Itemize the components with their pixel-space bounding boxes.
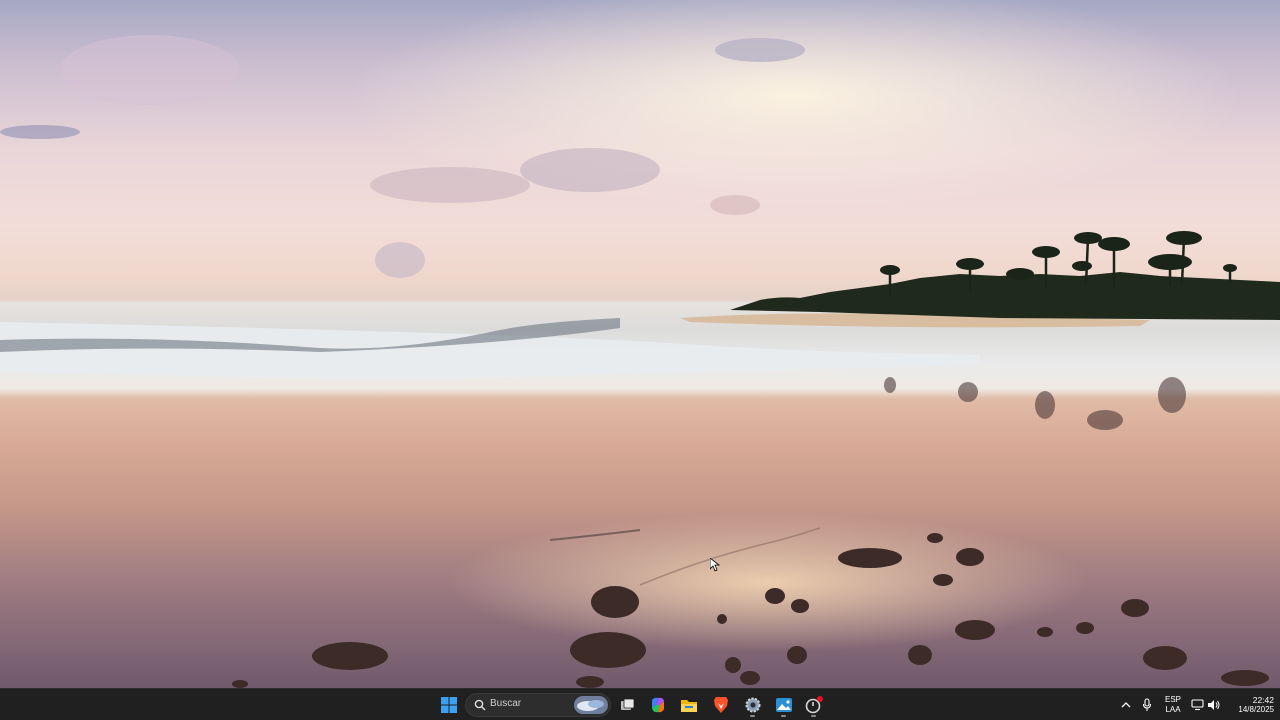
task-view-button[interactable] [614, 693, 642, 717]
copilot-icon [652, 697, 664, 713]
brave-browser-icon [714, 697, 728, 713]
search-placeholder: Buscar [490, 698, 522, 709]
desktop-wallpaper [0, 0, 1280, 688]
task-view-icon [621, 698, 635, 710]
language-indicator[interactable]: ESP LAA [1160, 694, 1186, 716]
file-explorer-icon [681, 699, 697, 712]
search-icon [474, 699, 486, 711]
brave-browser-button[interactable] [707, 693, 735, 717]
app-button[interactable] [800, 693, 828, 717]
microphone-icon[interactable] [1142, 698, 1152, 712]
clock-date: 14/8/2025 [1238, 705, 1274, 714]
photos-button[interactable] [770, 693, 798, 717]
taskbar: Buscar ESP LAA 22:42 14/8/2025 [0, 688, 1280, 720]
mouse-cursor-icon [710, 558, 720, 572]
windows-start-icon [441, 697, 457, 713]
clock[interactable]: 22:42 14/8/2025 [1224, 694, 1274, 716]
beach-sunset-scene [0, 0, 1280, 688]
taskbar-search-box[interactable]: Buscar [465, 693, 611, 717]
copilot-button[interactable] [644, 693, 672, 717]
photos-icon [776, 698, 792, 712]
running-indicator [781, 715, 786, 717]
running-indicator [811, 715, 816, 717]
keyboard-layout-code: LAA [1165, 705, 1181, 714]
network-icon[interactable] [1191, 699, 1205, 711]
search-highlight-icon [574, 696, 608, 714]
settings-gear-icon [745, 697, 761, 713]
volume-icon[interactable] [1207, 699, 1221, 711]
file-explorer-button[interactable] [675, 693, 703, 717]
app-icon-with-notification [805, 696, 823, 714]
language-code: ESP [1164, 695, 1181, 704]
chevron-up-icon[interactable] [1121, 701, 1131, 709]
settings-button[interactable] [739, 693, 767, 717]
clock-time: 22:42 [1252, 695, 1274, 705]
start-button[interactable] [435, 693, 463, 717]
running-indicator [750, 715, 755, 717]
